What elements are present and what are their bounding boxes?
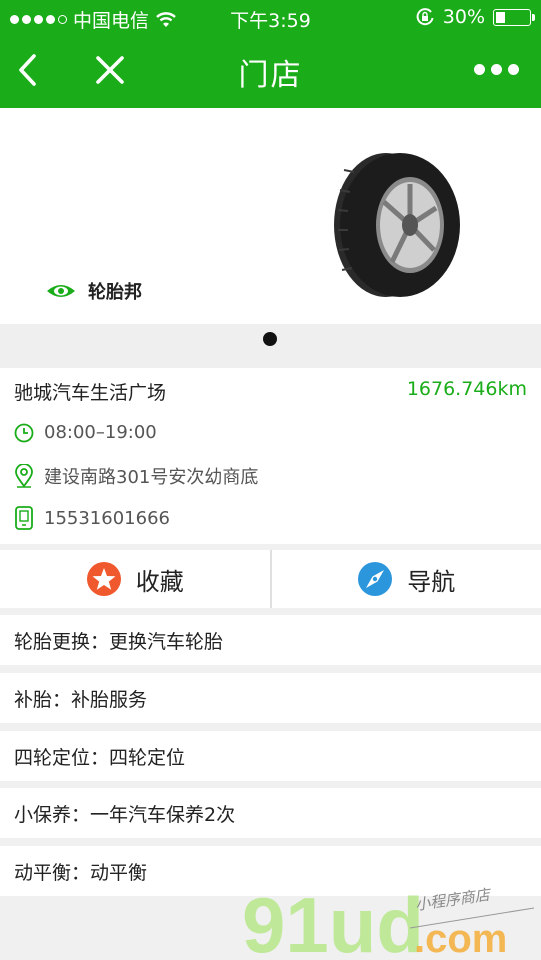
favorite-label: 收藏 — [135, 567, 184, 596]
dot-icon — [474, 64, 485, 75]
action-bar: 收藏 导航 — [0, 550, 541, 608]
star-icon — [86, 562, 121, 596]
navigate-button[interactable]: 导航 — [269, 550, 541, 608]
store-address: 建设南路301号安次幼商底 — [44, 467, 259, 488]
dot-icon — [508, 64, 519, 75]
dot-icon — [491, 64, 502, 75]
service-label: 轮胎更换：更换汽车轮胎 — [14, 630, 224, 653]
more-menu-button[interactable] — [474, 64, 519, 75]
service-label: 四轮定位：四轮定位 — [14, 746, 186, 769]
status-right: 30% — [415, 6, 535, 28]
battery-icon — [493, 8, 535, 26]
watermark-tagline: 小程序商店 — [414, 886, 493, 914]
store-name: 驰城汽车生活广场 — [14, 382, 167, 404]
clock-icon — [14, 423, 34, 442]
store-banner[interactable]: 轮胎邦 — [0, 108, 541, 324]
battery-percent: 30% — [442, 6, 485, 28]
carousel-dot-active[interactable] — [263, 332, 277, 346]
carousel-indicator — [0, 324, 541, 368]
store-phone: 15531601666 — [44, 507, 170, 529]
brand-name: 轮胎邦 — [88, 282, 142, 303]
nav-bar: 门店 — [0, 34, 541, 108]
phone-row[interactable]: 15531601666 — [14, 506, 170, 530]
watermark-text: 91ud — [242, 882, 424, 960]
service-item[interactable]: 轮胎更换：更换汽车轮胎 — [0, 615, 541, 665]
status-bar: 中国电信 下午3:59 30% — [0, 0, 541, 34]
service-label: 补胎：补胎服务 — [14, 688, 148, 711]
favorite-button[interactable]: 收藏 — [0, 550, 270, 608]
brand-eye-icon — [47, 285, 75, 297]
location-pin-icon — [15, 464, 33, 488]
watermark-logo: 91ud .com 小程序商店 — [242, 882, 535, 960]
page-title: 门店 — [238, 58, 303, 93]
store-hours: 08:00–19:00 — [44, 422, 157, 443]
rotation-lock-icon — [416, 8, 434, 26]
watermark-domain: .com — [414, 917, 507, 960]
service-item[interactable]: 补胎：补胎服务 — [0, 673, 541, 723]
service-label: 动平衡：动平衡 — [14, 861, 148, 884]
service-label: 小保养：一年汽车保养2次 — [14, 803, 236, 826]
store-info-card: 驰城汽车生活广场 1676.746km 08:00–19:00 建设南路301号… — [0, 368, 541, 544]
tire-image — [334, 153, 460, 297]
hours-row: 08:00–19:00 — [14, 422, 157, 443]
service-item[interactable]: 小保养：一年汽车保养2次 — [0, 788, 541, 838]
phone-icon — [15, 506, 33, 530]
service-item[interactable]: 四轮定位：四轮定位 — [0, 731, 541, 781]
store-distance: 1676.746km — [406, 378, 527, 400]
address-row[interactable]: 建设南路301号安次幼商底 — [14, 463, 258, 489]
navigate-label: 导航 — [407, 567, 456, 596]
compass-icon — [358, 562, 393, 596]
brand-logo: 轮胎邦 — [46, 278, 142, 304]
